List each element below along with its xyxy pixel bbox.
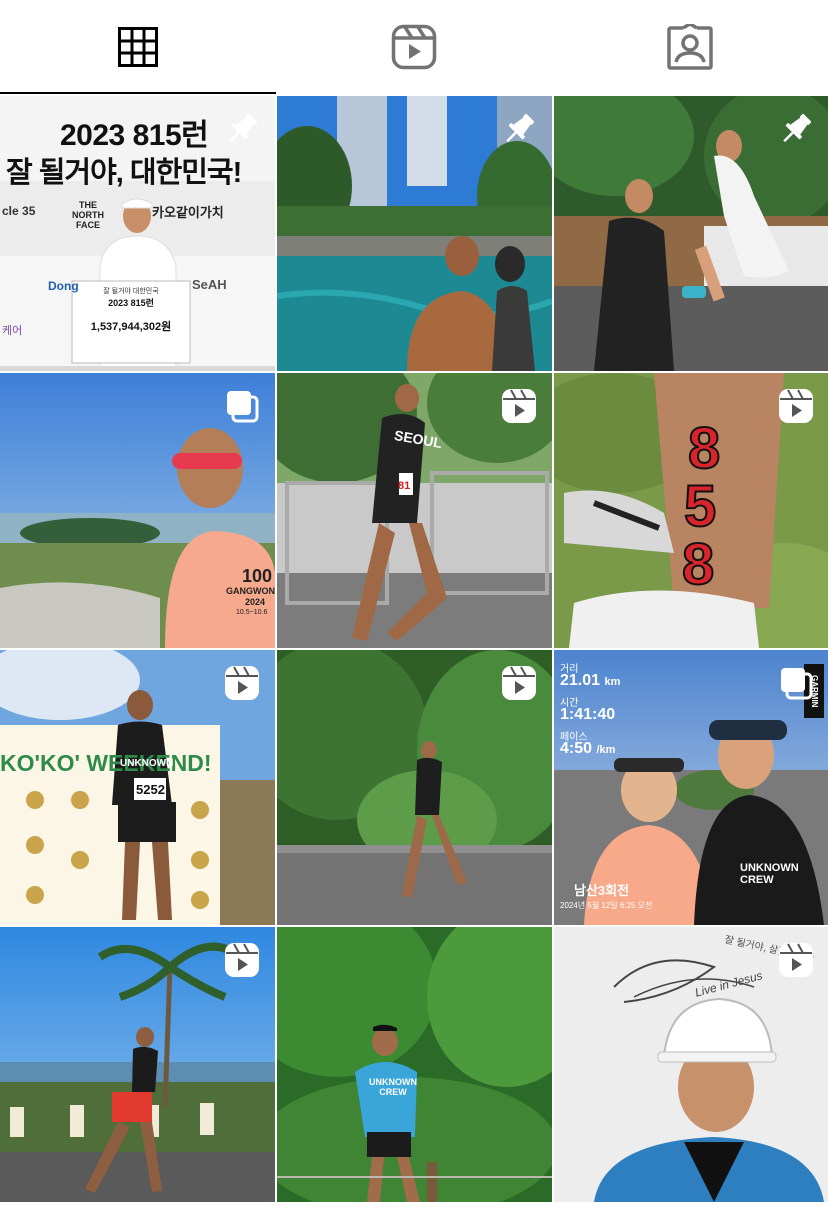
run-caption-date: 2024년 5월 12일 6:25 오전: [560, 901, 653, 910]
shirt-print: UNKNOWN: [120, 758, 174, 769]
tab-grid[interactable]: [0, 0, 276, 94]
post-tile-seaside-run[interactable]: [0, 927, 275, 1202]
event-banner: KO'KO' WEEKEND!: [0, 750, 212, 776]
carousel-icon: [781, 668, 813, 700]
board-title: 2023 815런: [108, 298, 154, 308]
post-tile-hardhat[interactable]: Live in Jesus 잘 될거야, 살겠습니다: [554, 927, 828, 1202]
stat-time: 1:41:40: [560, 706, 616, 723]
post-tile-pool[interactable]: [277, 96, 552, 371]
post-tile-triathlon[interactable]: SEOUL 81: [277, 373, 552, 648]
shirt-print: GANGWON: [226, 586, 275, 596]
tab-tagged[interactable]: [552, 0, 828, 94]
stat-pace-unit: /km: [596, 744, 616, 756]
pin-icon: [783, 113, 812, 143]
board-title-small: 잘 될거야 대한민국: [103, 288, 159, 295]
post-tile-kokoweekend[interactable]: KO'KO' WEEKEND! UNKNOWN 5252: [0, 650, 275, 925]
profile-tab-bar: [0, 0, 828, 96]
shirt-print: 10.5~10.6: [236, 609, 268, 616]
post-tile-forest-run[interactable]: [277, 650, 552, 925]
post-tile-shoe-tying[interactable]: [554, 96, 828, 371]
reels-icon: [225, 666, 259, 700]
jacket-print: UNKNOWN CREW: [740, 862, 799, 886]
shirt-print: 100: [242, 566, 273, 586]
posts-grid: 2023 815런 잘 될거야, 대한민국! cle 35 THE NORTH …: [0, 96, 828, 1207]
sponsor-logo: 카오같이가치: [152, 205, 224, 220]
reels-icon: [779, 943, 813, 977]
carousel-icon: [227, 391, 259, 423]
race-bib: 5252: [136, 782, 165, 797]
sponsor-logo: SeAH: [192, 277, 227, 292]
campaign-headline: 2023 815런: [60, 119, 209, 152]
pin-icon: [229, 113, 258, 143]
stat-distance: 21.01 km: [560, 672, 620, 690]
campaign-subline: 잘 될거야, 대한민국!: [6, 157, 242, 189]
post-tile-green-run[interactable]: UNKNOWN CREW: [277, 927, 552, 1202]
sponsor-logo: THE NORTH FACE: [72, 200, 104, 230]
tab-reels[interactable]: [276, 0, 552, 94]
reels-icon: [502, 389, 536, 423]
reels-icon: [779, 389, 813, 423]
sponsor-logo: cle 35: [2, 204, 36, 218]
race-bib: 81: [398, 480, 411, 492]
reels-icon: [225, 943, 259, 977]
post-tile-leg-858[interactable]: 8 5 8: [554, 373, 828, 648]
leg-number-digit: 5: [683, 473, 717, 540]
post-image: [277, 927, 552, 1202]
stat-distance-value: 21.01: [560, 672, 601, 689]
sponsor-logo: Dong: [48, 279, 79, 293]
post-tile-gangwon-selfie[interactable]: 100 GANGWON 2024 10.5~10.6: [0, 373, 275, 648]
stat-distance-unit: km: [604, 676, 621, 688]
tagged-person-icon: [667, 24, 713, 70]
run-caption: 남산3회전: [574, 883, 630, 898]
shirt-print: 2024: [245, 597, 266, 607]
stat-pace-value: 4:50: [560, 740, 593, 757]
reels-icon: [391, 24, 437, 70]
board-amount: 1,537,944,302원: [90, 321, 172, 333]
active-tab-indicator: [0, 92, 276, 94]
sponsor-logo: 케어: [2, 325, 23, 337]
leg-number-digit: 8: [687, 415, 721, 482]
post-tile-815-run[interactable]: 2023 815런 잘 될거야, 대한민국! cle 35 THE NORTH …: [0, 96, 275, 371]
pin-icon: [506, 113, 535, 143]
shirt-print: UNKNOWN CREW: [369, 1077, 417, 1097]
reels-icon: [502, 666, 536, 700]
grid-icon: [118, 27, 158, 67]
stat-pace: 4:50 /km: [560, 740, 615, 758]
leg-number-digit: 8: [681, 531, 715, 598]
post-tile-namsan-run-stats[interactable]: 거리 21.01 km 시간 1:41:40 페이스 4:50 /km GARM…: [554, 650, 828, 925]
